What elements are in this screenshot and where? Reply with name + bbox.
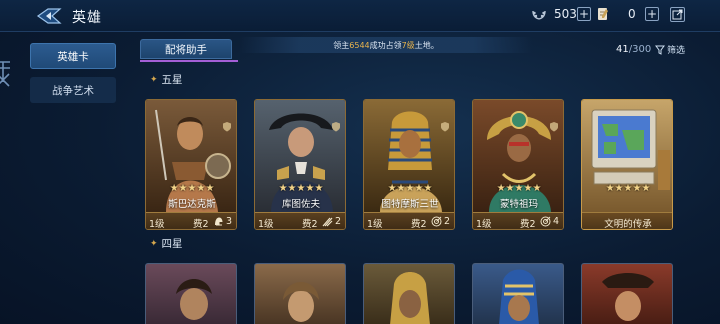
hero-cost: 费2 (193, 219, 209, 230)
share-icon (672, 9, 683, 20)
tab-label: 配将助手 (165, 43, 207, 56)
hero-card[interactable] (363, 263, 455, 324)
document-value: 0 (628, 7, 636, 21)
hero-info-bar: 1级 费2 2 (364, 212, 454, 230)
hero-info-bar: 1级 费2 2 (255, 212, 345, 230)
filter-icon (655, 45, 665, 55)
hero-portrait (390, 272, 430, 324)
target-icon (540, 216, 551, 227)
hero-info-bar: 1级 费2 4 (473, 212, 563, 230)
filter-button[interactable]: 筛选 (655, 43, 685, 56)
hero-name: 蒙特祖玛 (499, 199, 538, 210)
skill-count: 3 (226, 216, 233, 227)
tab-lineup-assistant[interactable]: 配将助手 (140, 39, 232, 59)
sidebar-item-hero-cards[interactable]: 英雄卡 (30, 43, 116, 69)
tab-underline (140, 60, 238, 62)
laurel-value: 503 (554, 7, 577, 21)
skill-count: 2 (444, 216, 451, 227)
hero-card[interactable] (254, 263, 346, 324)
plus-icon: + (646, 7, 658, 21)
section-five-star: ✦ 五星 (150, 72, 183, 87)
hero-cost: 费2 (520, 219, 536, 230)
filter-label: 筛选 (667, 46, 686, 56)
star-rating: ★★★★★ (278, 183, 324, 194)
hero-count-total: /300 (628, 44, 652, 55)
hero-portrait (499, 269, 539, 324)
hero-name: 斯巴达克斯 (168, 199, 216, 210)
hero-card[interactable] (472, 263, 564, 324)
star-rating: ★★★★★ (605, 183, 651, 194)
shield-icon (331, 117, 341, 132)
hero-portrait (602, 273, 654, 321)
add-laurel-button[interactable]: + (577, 7, 591, 21)
notice-middle: 成功占领 (369, 40, 402, 50)
sidebar-item-label: 战争艺术 (52, 84, 94, 97)
slash-icon (322, 216, 333, 227)
hero-name: 库图佐夫 (281, 199, 320, 210)
hero-level: 1级 (149, 219, 165, 230)
notice-suffix: 土地。 (414, 40, 439, 50)
hero-level: 1级 (476, 219, 492, 230)
section-four-star: ✦ 四星 (150, 236, 183, 251)
section-title: 五星 (161, 74, 183, 86)
hero-cost: 费2 (302, 219, 318, 230)
legacy-card[interactable]: ★★★★★ 文明的传承 (581, 99, 673, 230)
notice-id: 6544 (349, 40, 370, 50)
hero-cost: 费2 (411, 219, 427, 230)
sparkle-icon: ✦ (150, 238, 158, 249)
legacy-info-bar: 文明的传承 (582, 212, 672, 230)
star-rating: ★★★★★ (496, 183, 542, 194)
top-bar: 英雄 503 + 0 + (0, 0, 720, 32)
document-icon (596, 7, 610, 21)
computer-illustration (582, 100, 672, 212)
hero-card[interactable] (581, 263, 673, 324)
hero-level: 1级 (367, 219, 383, 230)
laurel-resource: 503 (532, 7, 577, 21)
edge-decoration (0, 58, 14, 94)
hero-portrait (283, 282, 319, 322)
shield-icon (222, 117, 232, 132)
helmet-icon (213, 216, 224, 227)
notice-level: 7级 (401, 40, 415, 50)
section-title: 四星 (161, 238, 183, 250)
sparkle-icon: ✦ (150, 74, 158, 85)
document-resource: 0 (596, 7, 636, 21)
hero-count: 41/300 (616, 44, 651, 55)
hero-card[interactable]: ★★★★★ 蒙特祖玛 1级 费2 4 (472, 99, 564, 230)
hero-portrait (176, 279, 212, 320)
legacy-title: 文明的传承 (604, 219, 652, 230)
notice-banner: 领主 6544 成功占领 7级 土地。 (240, 37, 532, 53)
hero-count-current: 41 (616, 44, 629, 55)
notice-prefix: 领主 (333, 40, 350, 50)
add-document-button[interactable]: + (645, 7, 659, 21)
plus-icon: + (578, 7, 590, 21)
back-button[interactable] (36, 6, 62, 26)
skill-count: 2 (335, 216, 342, 227)
star-rating: ★★★★★ (387, 183, 433, 194)
hero-card[interactable]: ★★★★★ 库图佐夫 1级 费2 2 (254, 99, 346, 230)
laurel-icon (532, 7, 546, 21)
hero-name: 图特摩斯三世 (381, 199, 439, 210)
share-button[interactable] (670, 7, 685, 22)
shield-icon (549, 117, 559, 132)
hero-card[interactable]: ★★★★★ 斯巴达克斯 1级 费2 3 (145, 99, 237, 230)
shield-icon (440, 117, 450, 132)
star-rating: ★★★★★ (169, 183, 215, 194)
skill-count: 4 (553, 216, 560, 227)
back-arrow-icon (36, 8, 62, 24)
hero-info-bar: 1级 费2 3 (146, 212, 236, 230)
sidebar-item-art-of-war[interactable]: 战争艺术 (30, 77, 116, 103)
sidebar-item-label: 英雄卡 (57, 50, 89, 63)
hero-level: 1级 (258, 219, 274, 230)
target-icon (431, 216, 442, 227)
page-title: 英雄 (72, 10, 102, 26)
hero-card[interactable] (145, 263, 237, 324)
hero-card[interactable]: ★★★★★ 图特摩斯三世 1级 费2 2 (363, 99, 455, 230)
